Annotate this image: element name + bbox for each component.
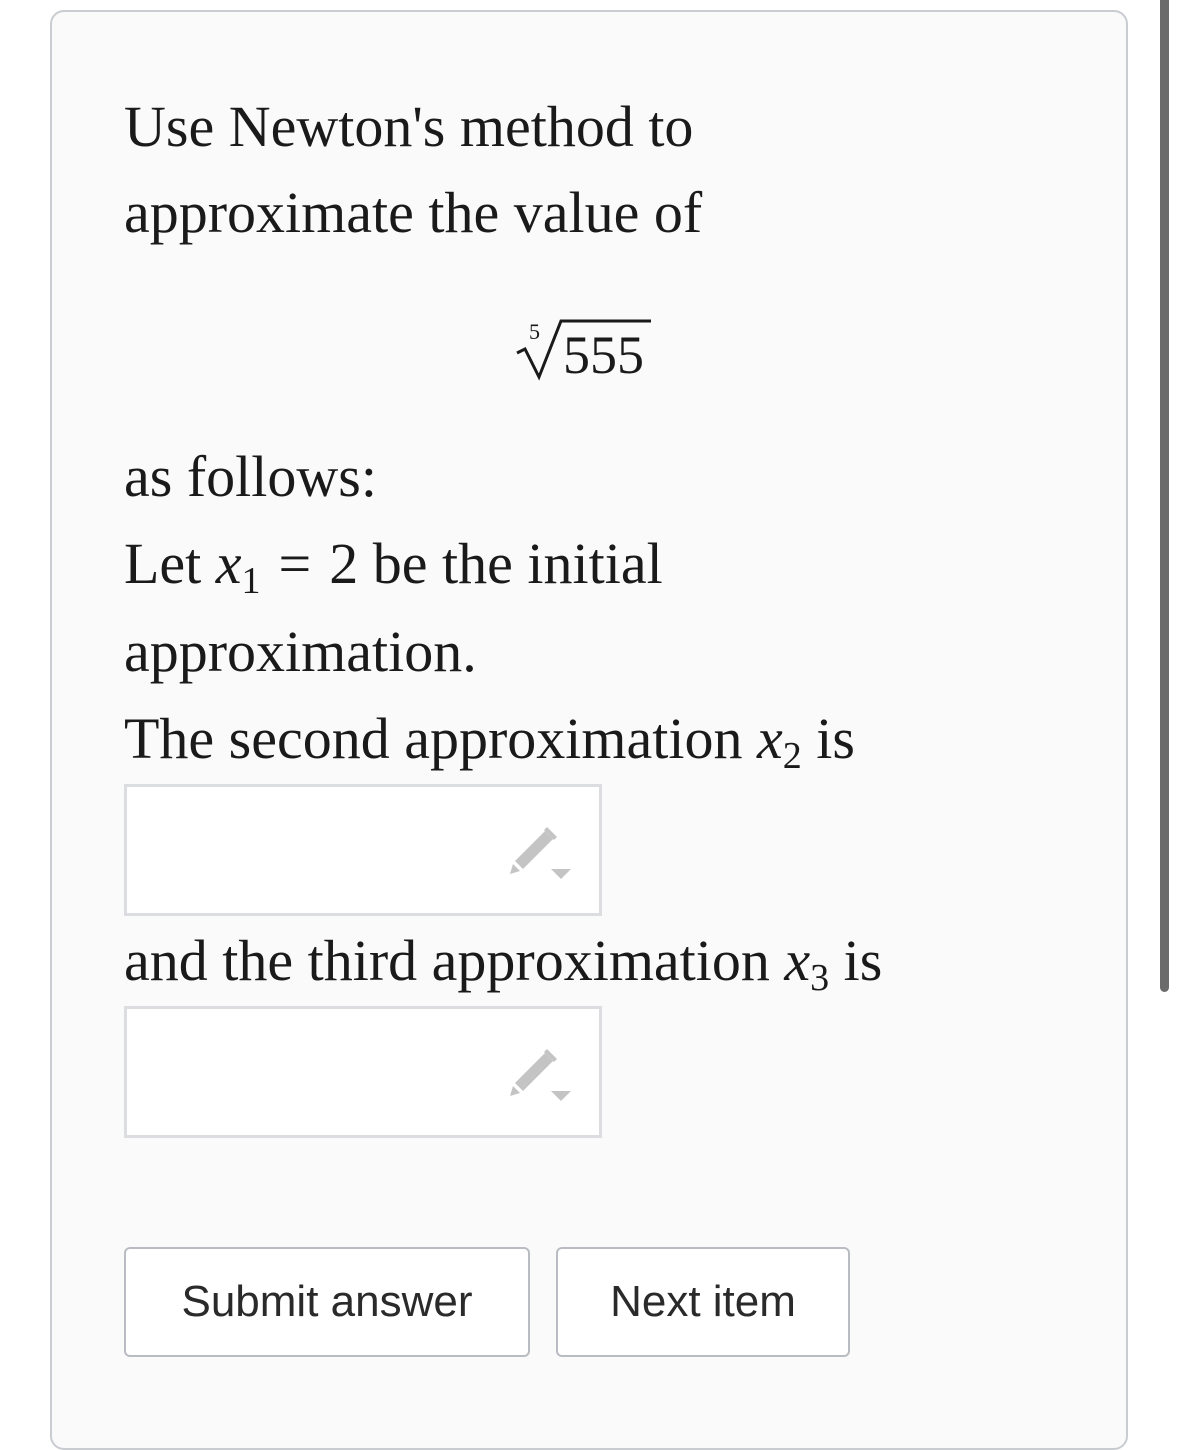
third-prefix: and the third approximation [124, 928, 785, 993]
initial-condition-line: Let x1 = 2 be the initial [124, 535, 663, 602]
submit-answer-button[interactable]: Submit answer [124, 1247, 530, 1357]
fifth-root-expression: 5 555 [515, 315, 655, 385]
second-suffix: is [801, 706, 855, 771]
radical-index: 5 [529, 319, 540, 344]
second-prefix: The second approximation [124, 706, 757, 771]
initial-value: 2 [329, 531, 359, 596]
equals-sign: = [278, 531, 312, 596]
next-item-button[interactable]: Next item [556, 1247, 850, 1357]
subscript-2: 2 [782, 735, 802, 777]
x-variable: x [784, 928, 811, 993]
approximation-word: approximation. [124, 619, 477, 684]
intro-line-2: approximate the value of [124, 180, 703, 245]
pencil-dropdown-icon[interactable] [507, 827, 571, 883]
x-variable: x [757, 706, 783, 771]
radicand: 555 [563, 325, 644, 385]
let-suffix: be the initial [358, 531, 663, 596]
as-follows-text: as follows: [124, 444, 377, 509]
scrollbar[interactable] [1160, 0, 1169, 992]
pencil-dropdown-icon[interactable] [507, 1049, 571, 1105]
subscript-1: 1 [241, 560, 261, 602]
second-approximation-line: The second approximation x2 is [124, 710, 855, 777]
intro-line-1: Use Newton's method to [124, 94, 694, 159]
x3-answer-field[interactable] [124, 1006, 602, 1138]
x2-answer-field[interactable] [124, 784, 602, 916]
third-approximation-line: and the third approximation x3 is [124, 932, 882, 999]
let-prefix: Let [124, 531, 216, 596]
subscript-3: 3 [810, 957, 830, 999]
third-suffix: is [829, 928, 883, 993]
x-variable: x [215, 531, 242, 596]
